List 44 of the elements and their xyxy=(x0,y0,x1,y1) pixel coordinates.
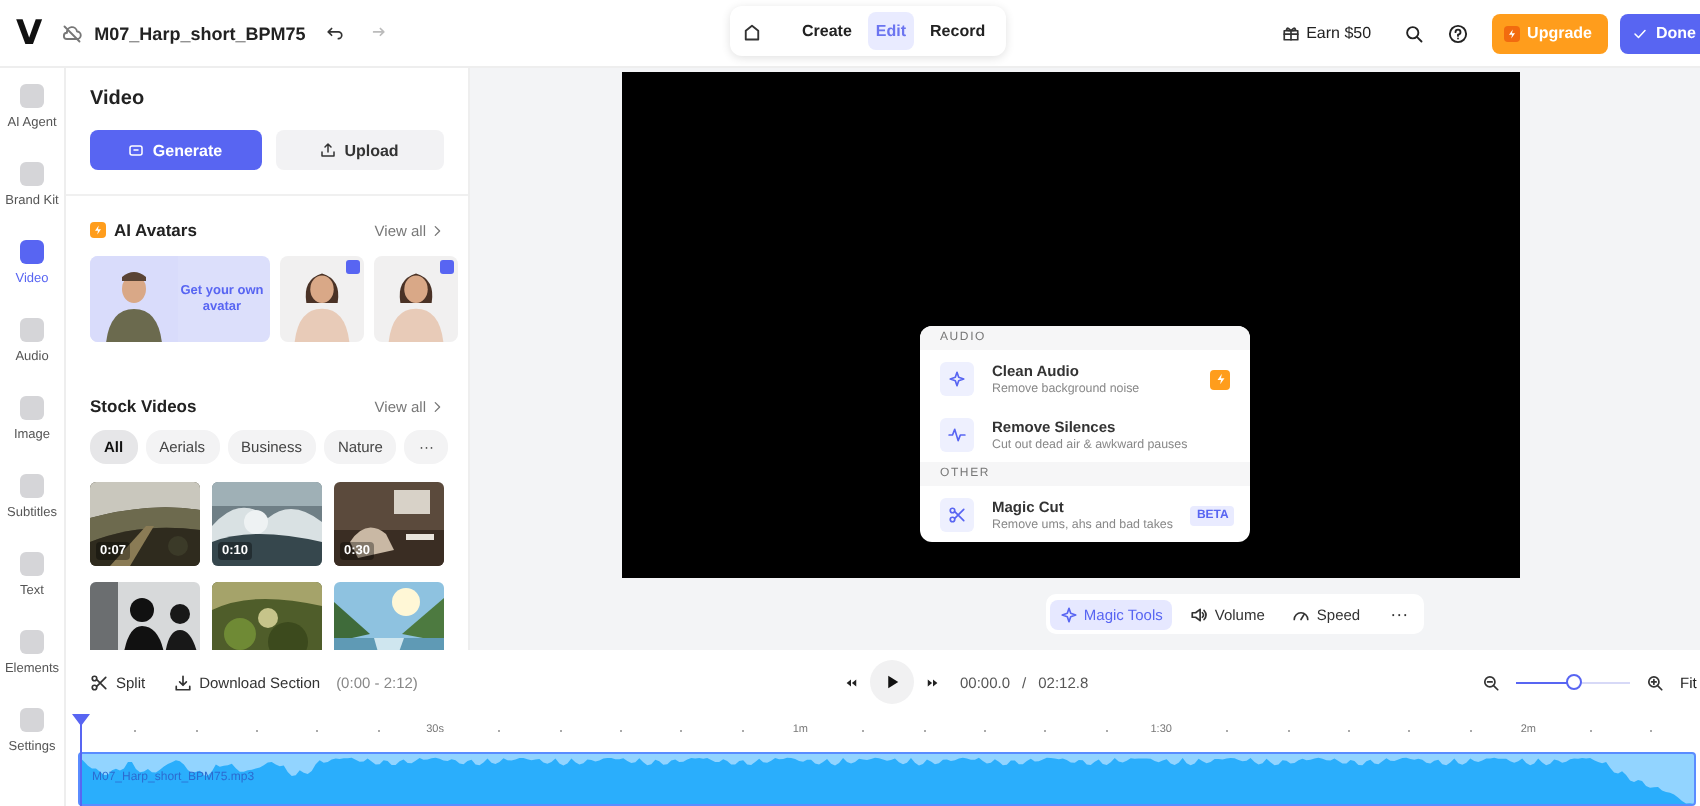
download-icon xyxy=(173,673,192,691)
mode-tab[interactable]: Create xyxy=(794,12,860,50)
speaker-icon xyxy=(1190,605,1209,623)
section-title: AI Avatars xyxy=(114,220,197,240)
search-icon xyxy=(1403,23,1424,43)
file-name[interactable]: M07_Harp_short_BPM75 xyxy=(94,23,306,43)
zoom-in-icon xyxy=(1646,673,1664,691)
scissors-icon xyxy=(948,506,966,524)
zoom-out-icon xyxy=(1482,673,1500,691)
panel-title: Video xyxy=(90,88,147,110)
badge-icon xyxy=(440,260,454,274)
scissors-icon xyxy=(90,673,108,691)
playhead[interactable] xyxy=(72,714,90,806)
generate-icon xyxy=(128,142,145,158)
section-title: Stock Videos xyxy=(90,396,197,416)
check-icon xyxy=(1632,25,1648,41)
earn-link[interactable]: Earn $50 xyxy=(1282,24,1372,42)
avatar-badge-icon xyxy=(92,224,104,236)
generate-button[interactable]: Generate xyxy=(90,130,261,170)
play-button[interactable] xyxy=(870,660,914,704)
cloud-off-icon xyxy=(62,23,83,43)
lightning-icon xyxy=(1213,372,1227,386)
skip-forward-icon xyxy=(926,675,940,689)
skip-back-icon xyxy=(844,675,858,689)
sparkle-icon xyxy=(1059,605,1078,623)
help-icon xyxy=(1447,23,1468,43)
mode-tab[interactable]: Record xyxy=(922,12,994,50)
logo[interactable]: V xyxy=(16,13,43,53)
upload-button[interactable]: Upload xyxy=(275,130,444,170)
slider-thumb[interactable] xyxy=(1565,673,1581,689)
gift-icon xyxy=(1282,24,1301,42)
home-icon xyxy=(742,21,762,41)
badge-icon xyxy=(346,260,360,274)
done-button[interactable]: Done xyxy=(1620,13,1700,53)
play-icon xyxy=(882,672,902,692)
lightning-icon xyxy=(1505,27,1518,39)
upload-icon xyxy=(320,142,337,158)
more-button[interactable]: ··· xyxy=(1378,604,1421,624)
chevron-right-icon xyxy=(430,223,444,237)
pulse-icon xyxy=(948,426,966,444)
undo-icon xyxy=(325,24,344,42)
redo-icon xyxy=(367,24,386,42)
chevron-right-icon xyxy=(430,399,444,413)
sparkle-icon xyxy=(948,370,966,388)
